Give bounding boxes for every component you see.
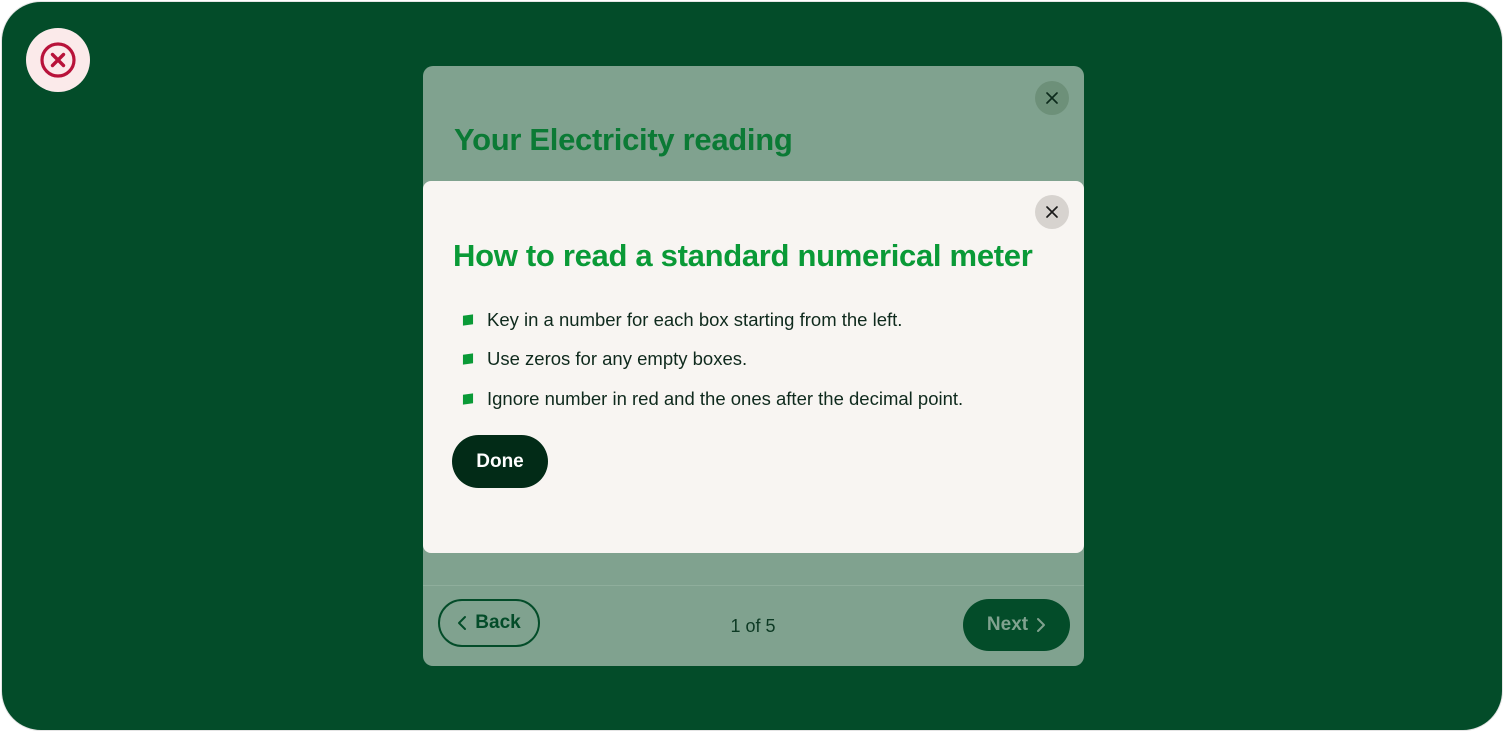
tip-text: Key in a number for each box starting fr…	[487, 308, 903, 330]
bullet-icon	[462, 353, 474, 365]
reading-modal-title: Your Electricity reading	[454, 122, 793, 157]
page-indicator: 1 of 5	[730, 616, 776, 636]
list-item: Ignore number in red and the ones after …	[462, 379, 964, 419]
list-item: Key in a number for each box starting fr…	[462, 300, 963, 340]
close-icon	[1046, 92, 1058, 104]
help-modal-title: How to read a standard numerical meter	[453, 238, 1033, 273]
chevron-left-icon	[458, 616, 467, 630]
meter-help-modal: How to read a standard numerical meter K…	[423, 181, 1084, 553]
reading-modal-close-button[interactable]	[1035, 81, 1069, 115]
back-button-label: Back	[475, 612, 521, 633]
back-button[interactable]: Back	[438, 599, 540, 647]
tip-text: Use zeros for any empty boxes.	[487, 348, 748, 370]
bullet-icon	[462, 393, 474, 405]
error-circle-x-icon	[40, 42, 76, 78]
tip-text: Ignore number in red and the ones after …	[487, 387, 964, 409]
chevron-right-icon	[1037, 618, 1046, 632]
app-frame: Your Electricity reading Back 1 of 5 Nex…	[1, 1, 1503, 731]
next-button[interactable]: Next	[963, 599, 1070, 651]
next-button-label: Next	[986, 614, 1029, 635]
help-modal-close-button[interactable]	[1035, 195, 1069, 229]
close-icon	[1046, 206, 1058, 218]
tips-list: Key in a number for each box starting fr…	[462, 300, 964, 419]
footer-divider	[423, 585, 1084, 586]
done-button[interactable]: Done	[452, 435, 548, 488]
error-status-icon[interactable]	[26, 28, 90, 92]
bullet-icon	[462, 314, 474, 326]
list-item: Use zeros for any empty boxes.	[462, 340, 963, 380]
